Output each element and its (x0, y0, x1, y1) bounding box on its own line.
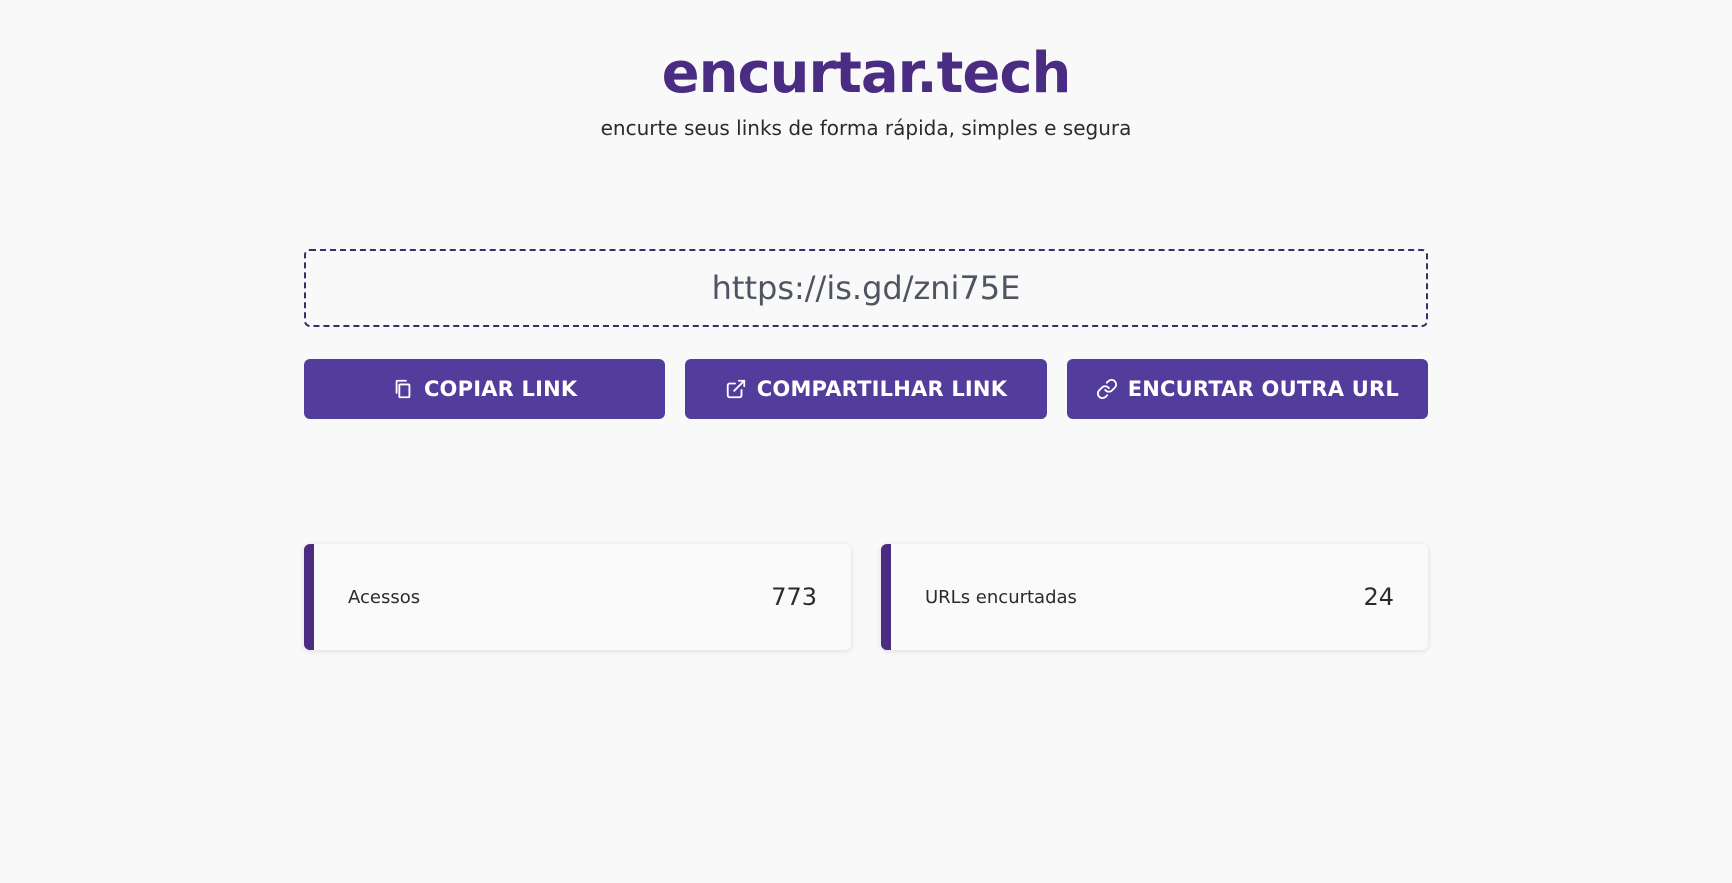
copy-link-button[interactable]: COPIAR LINK (304, 359, 666, 419)
copy-icon (392, 378, 414, 400)
stat-value: 24 (1363, 583, 1394, 611)
shorten-another-url-button[interactable]: ENCURTAR OUTRA URL (1066, 359, 1428, 419)
action-buttons: COPIAR LINK COMPARTILHAR LINK ENCURTAR O… (304, 359, 1428, 419)
stats-section: Acessos 773 URLs encurtadas 24 (304, 544, 1428, 650)
share-link-button[interactable]: COMPARTILHAR LINK (685, 359, 1047, 419)
short-url-display[interactable]: https://is.gd/zni75E (304, 249, 1428, 327)
stat-card-accesses: Acessos 773 (304, 544, 851, 650)
link-icon (1096, 378, 1118, 400)
site-logo[interactable]: encurtar.tech (0, 38, 1732, 110)
page: encurtar.tech encurte seus links de form… (0, 0, 1732, 883)
shorten-another-url-label: ENCURTAR OUTRA URL (1127, 377, 1399, 401)
stat-card-accent (881, 544, 891, 650)
stat-value: 773 (771, 583, 817, 611)
stat-label: URLs encurtadas (925, 586, 1077, 608)
stat-card-shortened-urls: URLs encurtadas 24 (881, 544, 1428, 650)
external-link-icon (725, 378, 747, 400)
share-link-label: COMPARTILHAR LINK (756, 377, 1008, 401)
header: encurtar.tech encurte seus links de form… (0, 38, 1732, 140)
stat-label: Acessos (348, 586, 421, 608)
tagline: encurte seus links de forma rápida, simp… (600, 116, 1132, 140)
copy-link-label: COPIAR LINK (423, 377, 578, 401)
stat-card-accent (304, 544, 314, 650)
